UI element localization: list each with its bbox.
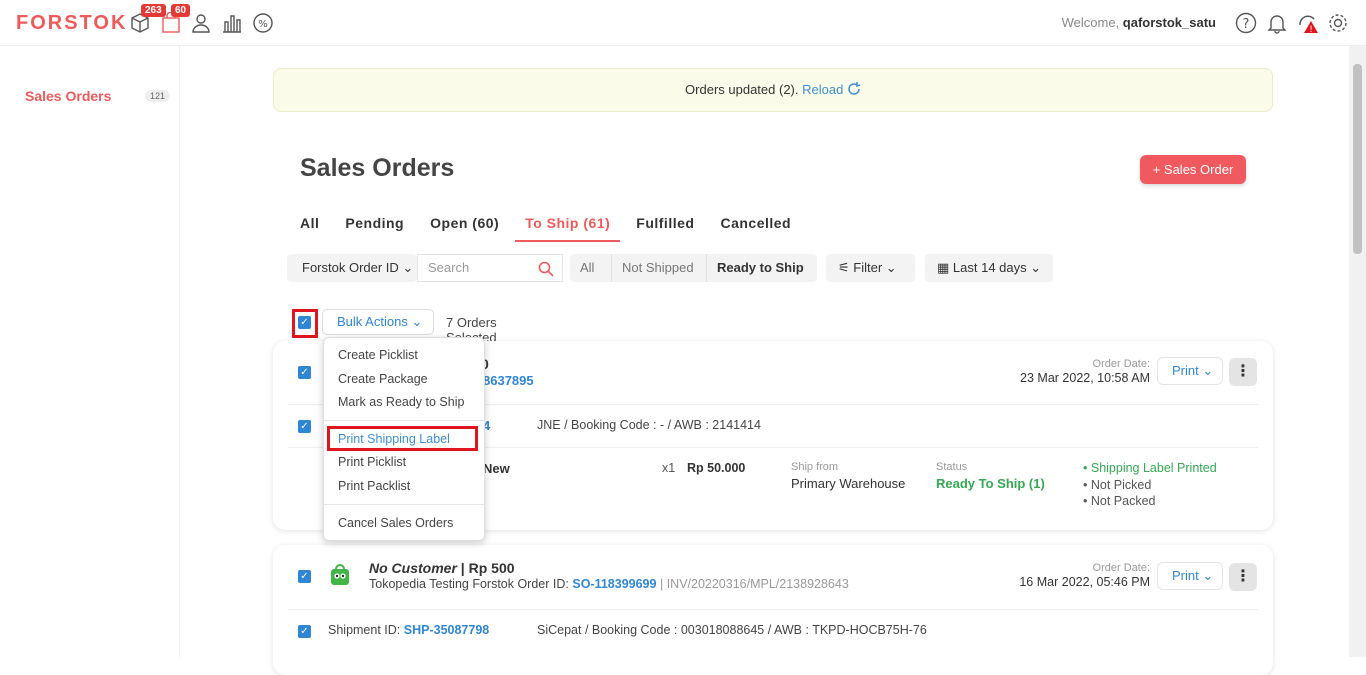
menu-item-cancel-sales-orders[interactable]: Cancel Sales Orders bbox=[338, 516, 453, 530]
shipment-id-link[interactable]: SHP-35087798 bbox=[404, 623, 489, 637]
welcome-text: Welcome, qaforstok_satu bbox=[1061, 15, 1216, 30]
segment-ready-to-ship[interactable]: Ready to Ship bbox=[706, 254, 814, 282]
menu-divider bbox=[324, 504, 484, 505]
forstok-logo[interactable]: FORSTOK bbox=[16, 12, 127, 35]
add-sales-order-button[interactable]: + Sales Order bbox=[1140, 155, 1246, 184]
search-icon[interactable] bbox=[538, 261, 554, 277]
bulk-actions-button[interactable]: Bulk Actions ⌄ bbox=[322, 309, 434, 335]
svg-text:?: ? bbox=[1243, 17, 1250, 32]
menu-divider bbox=[324, 420, 484, 421]
chart-icon[interactable] bbox=[221, 12, 243, 34]
top-bar: FORSTOK 263 60 % Welcome, qaforstok_satu… bbox=[0, 0, 1366, 46]
orders-updated-notice: Orders updated (2). Reload bbox=[273, 68, 1273, 112]
order-id-select[interactable]: Forstok Order ID ⌄ bbox=[287, 254, 417, 282]
chevron-down-icon: ⌄ bbox=[402, 260, 414, 275]
order-date: 16 Mar 2022, 05:46 PM bbox=[1019, 575, 1150, 589]
order-id-link[interactable]: 8637895 bbox=[483, 373, 534, 388]
tab-open[interactable]: Open (60) bbox=[420, 210, 509, 242]
print-button[interactable]: Print ⌄ bbox=[1157, 357, 1223, 385]
menu-item-mark-ready-to-ship[interactable]: Mark as Ready to Ship bbox=[338, 395, 464, 409]
item-price: Rp 50.000 bbox=[687, 461, 746, 475]
courier-info: JNE / Booking Code : - / AWB : 2141414 bbox=[537, 418, 761, 432]
print-button[interactable]: Print ⌄ bbox=[1157, 562, 1223, 590]
segment-not-shipped[interactable]: Not Shipped bbox=[611, 254, 704, 282]
status-value: Ready To Ship (1) bbox=[936, 476, 1045, 491]
search-input[interactable]: Search bbox=[417, 254, 563, 282]
courier-info: SiCepat / Booking Code : 003018088645 / … bbox=[537, 623, 927, 637]
order-ids: Tokopedia Testing Forstok Order ID: SO-1… bbox=[369, 577, 849, 591]
sidebar: Sales Orders 121 bbox=[0, 46, 180, 657]
invoice-number: INV/20220316/MPL/2138928643 bbox=[666, 577, 849, 591]
menu-item-create-package[interactable]: Create Package bbox=[338, 372, 428, 386]
status-tabs: All Pending Open (60) To Ship (61) Fulfi… bbox=[290, 210, 807, 242]
sidebar-item-sales-orders[interactable]: Sales Orders bbox=[25, 88, 111, 104]
page-title: Sales Orders bbox=[300, 154, 455, 182]
flag-label-printed: • Shipping Label Printed bbox=[1083, 461, 1217, 475]
shipment-info: Shipment ID: SHP-35087798 bbox=[328, 623, 490, 637]
fulfillment-flags: • Shipping Label Printed • Not Picked • … bbox=[1083, 460, 1217, 510]
order-date-label: Order Date: bbox=[1092, 562, 1150, 574]
tab-fulfilled[interactable]: Fulfilled bbox=[626, 210, 704, 242]
user-icon[interactable] bbox=[190, 12, 212, 34]
item-name: New bbox=[483, 461, 510, 476]
svg-text:%: % bbox=[258, 19, 268, 30]
flag-not-packed: • Not Packed bbox=[1083, 494, 1156, 508]
ship-from-value: Primary Warehouse bbox=[791, 476, 906, 491]
menu-item-print-picklist[interactable]: Print Picklist bbox=[338, 455, 406, 469]
ship-from-label: Ship from bbox=[791, 461, 839, 473]
tab-pending[interactable]: Pending bbox=[335, 210, 414, 242]
divider bbox=[288, 609, 1258, 610]
order-id-link[interactable]: SO-118399699 bbox=[572, 577, 656, 591]
menu-item-create-picklist[interactable]: Create Picklist bbox=[338, 348, 418, 362]
sidebar-item-count: 121 bbox=[145, 90, 171, 102]
gear-icon[interactable] bbox=[1327, 12, 1349, 34]
shipment-checkbox[interactable]: ✓ bbox=[298, 420, 311, 433]
page-scrollbar[interactable] bbox=[1349, 46, 1366, 657]
order-date: 23 Mar 2022, 10:58 AM bbox=[1020, 371, 1150, 385]
order-checkbox[interactable]: ✓ bbox=[298, 570, 311, 583]
order-title: No Customer | Rp 500 bbox=[369, 560, 515, 576]
order-checkbox[interactable]: ✓ bbox=[298, 366, 311, 379]
highlight-select-all bbox=[292, 309, 318, 338]
chevron-down-icon: ⌄ bbox=[411, 314, 423, 329]
tab-all[interactable]: All bbox=[290, 210, 329, 242]
discount-icon[interactable]: % bbox=[252, 12, 274, 34]
svg-text:!: ! bbox=[1309, 25, 1313, 34]
chevron-down-icon: ⌄ bbox=[1030, 260, 1042, 275]
tab-to-ship[interactable]: To Ship (61) bbox=[515, 210, 621, 242]
help-icon[interactable]: ? bbox=[1235, 12, 1257, 34]
chevron-down-icon: ⌄ bbox=[1202, 363, 1214, 378]
filter-icon: ⚟ bbox=[838, 260, 850, 275]
item-qty: x1 bbox=[662, 461, 676, 475]
flag-not-picked: • Not Picked bbox=[1083, 477, 1152, 492]
segment-all[interactable]: All bbox=[570, 254, 604, 282]
order-card: ✓ No Customer | Rp 500 Tokopedia Testing… bbox=[273, 545, 1273, 675]
shipment-checkbox[interactable]: ✓ bbox=[298, 625, 311, 638]
reload-link[interactable]: Reload bbox=[802, 82, 843, 97]
date-range-button[interactable]: ▦ Last 14 days ⌄ bbox=[925, 254, 1053, 282]
shipment-filter-segment: All Not Shipped Ready to Ship bbox=[570, 254, 817, 282]
alert-icon[interactable]: ! bbox=[1297, 12, 1319, 34]
tab-cancelled[interactable]: Cancelled bbox=[710, 210, 801, 242]
bell-icon[interactable] bbox=[1266, 12, 1288, 34]
calendar-icon: ▦ bbox=[937, 260, 950, 275]
status-label: Status bbox=[936, 461, 968, 473]
chevron-down-icon: ⌄ bbox=[1202, 568, 1214, 583]
order-date-label: Order Date: bbox=[1092, 358, 1150, 370]
more-options-icon[interactable]: ⋮ bbox=[1229, 358, 1257, 386]
reload-icon[interactable] bbox=[847, 82, 861, 96]
more-options-icon[interactable]: ⋮ bbox=[1229, 563, 1257, 591]
tokopedia-icon bbox=[331, 564, 349, 585]
username[interactable]: qaforstok_satu bbox=[1123, 15, 1216, 30]
scrollbar-thumb[interactable] bbox=[1353, 64, 1362, 254]
highlight-print-shipping-label bbox=[327, 426, 478, 451]
filter-button[interactable]: ⚟ Filter ⌄ bbox=[826, 254, 915, 282]
bag-badge: 60 bbox=[171, 4, 191, 17]
menu-item-print-packlist[interactable]: Print Packlist bbox=[338, 479, 410, 493]
chevron-down-icon: ⌄ bbox=[885, 260, 897, 275]
notice-text: Orders updated (2). bbox=[685, 82, 799, 97]
